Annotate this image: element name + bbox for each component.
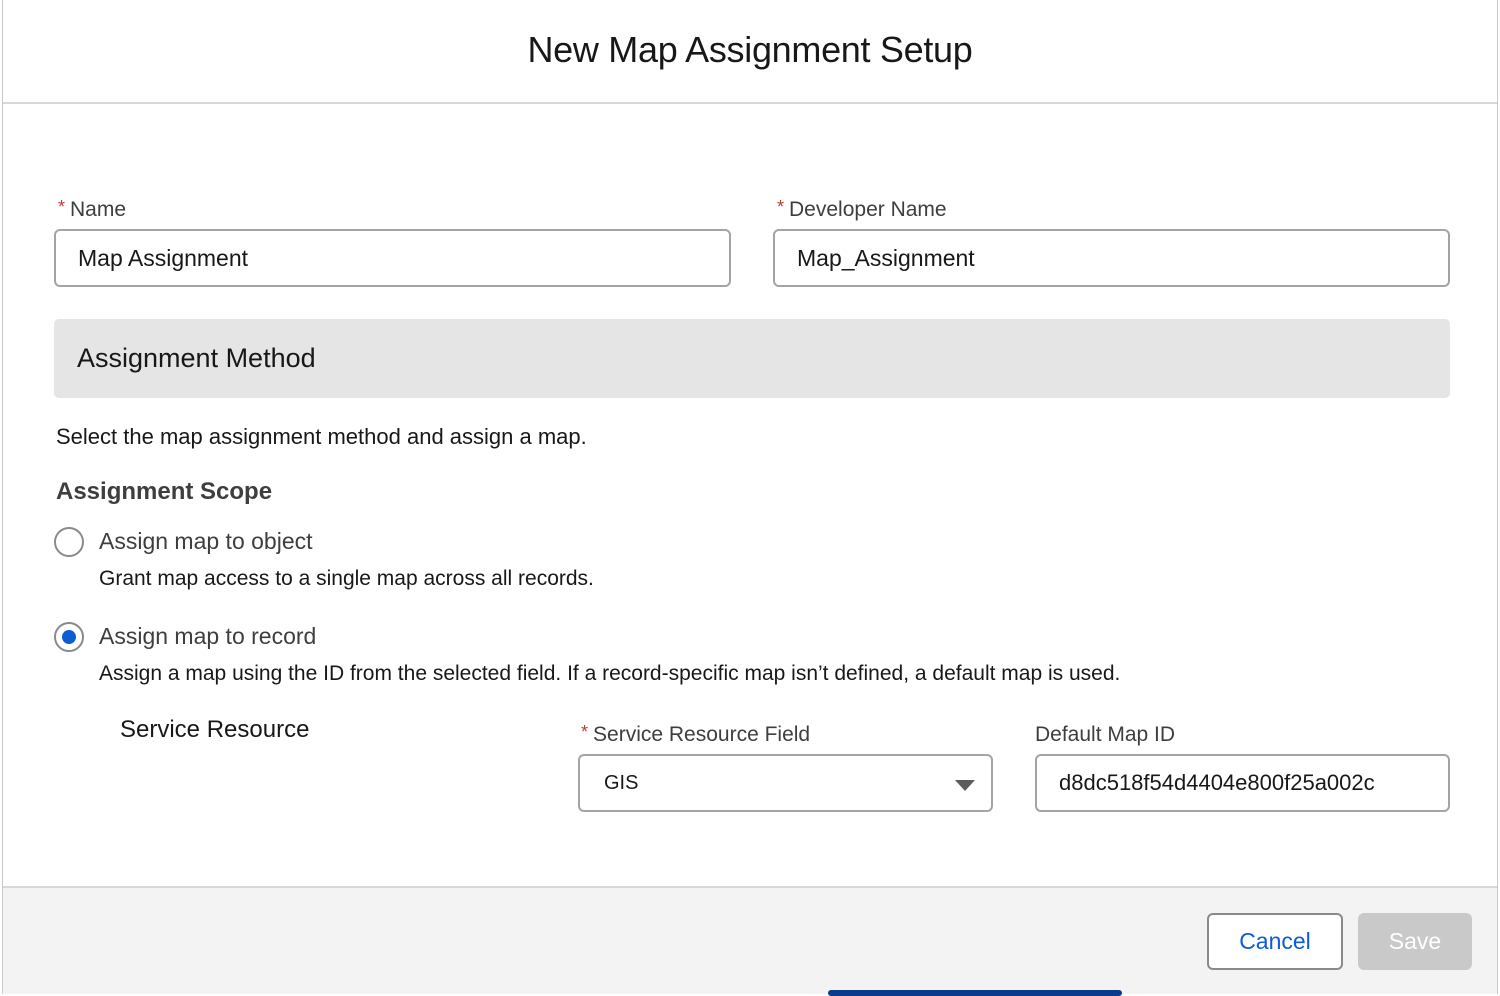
service-resource-field-label-text: Service Resource Field: [593, 723, 811, 746]
assignment-method-section-header: Assignment Method: [54, 319, 1450, 398]
developer-name-label-text: Developer Name: [789, 198, 947, 221]
modal-dialog: New Map Assignment Setup *Name *Develope…: [2, 0, 1498, 994]
default-map-id-label: Default Map ID: [1035, 723, 1176, 746]
required-marker: *: [581, 722, 589, 742]
name-label-text: Name: [70, 198, 127, 221]
select-value: GIS: [604, 771, 639, 794]
assignment-scope-heading: Assignment Scope: [56, 478, 273, 505]
section-title: Assignment Method: [77, 343, 316, 373]
name-input[interactable]: [54, 229, 731, 287]
modal-header: New Map Assignment Setup: [3, 0, 1497, 104]
service-resource-field-select[interactable]: GIS: [578, 754, 993, 812]
radio-description-assign-to-record: Assign a map using the ID from the selec…: [99, 662, 1121, 685]
radio-assign-to-object[interactable]: [54, 527, 84, 557]
service-resource-field-label: * Service Resource Field: [581, 722, 811, 747]
radio-label-assign-to-record[interactable]: Assign map to record: [99, 623, 316, 650]
modal-title: New Map Assignment Setup: [527, 29, 973, 70]
developer-name-field-label: * Developer Name: [777, 197, 947, 222]
required-marker: *: [777, 197, 785, 217]
cancel-button[interactable]: Cancel: [1207, 913, 1343, 970]
developer-name-input[interactable]: [773, 229, 1450, 287]
save-button[interactable]: Save: [1358, 913, 1472, 970]
assignment-help-text: Select the map assignment method and ass…: [56, 424, 587, 449]
required-marker: *: [58, 197, 66, 217]
underlying-page-element: [828, 990, 1122, 996]
radio-description-assign-to-object: Grant map access to a single map across …: [99, 567, 594, 590]
service-resource-label: Service Resource: [120, 716, 310, 743]
name-field-label: * Name: [58, 197, 127, 222]
modal-footer: Cancel Save: [3, 886, 1497, 994]
chevron-down-icon: [955, 780, 975, 791]
default-map-id-input[interactable]: [1035, 754, 1450, 812]
radio-assign-to-record[interactable]: [54, 622, 84, 652]
radio-label-assign-to-object[interactable]: Assign map to object: [99, 528, 313, 555]
